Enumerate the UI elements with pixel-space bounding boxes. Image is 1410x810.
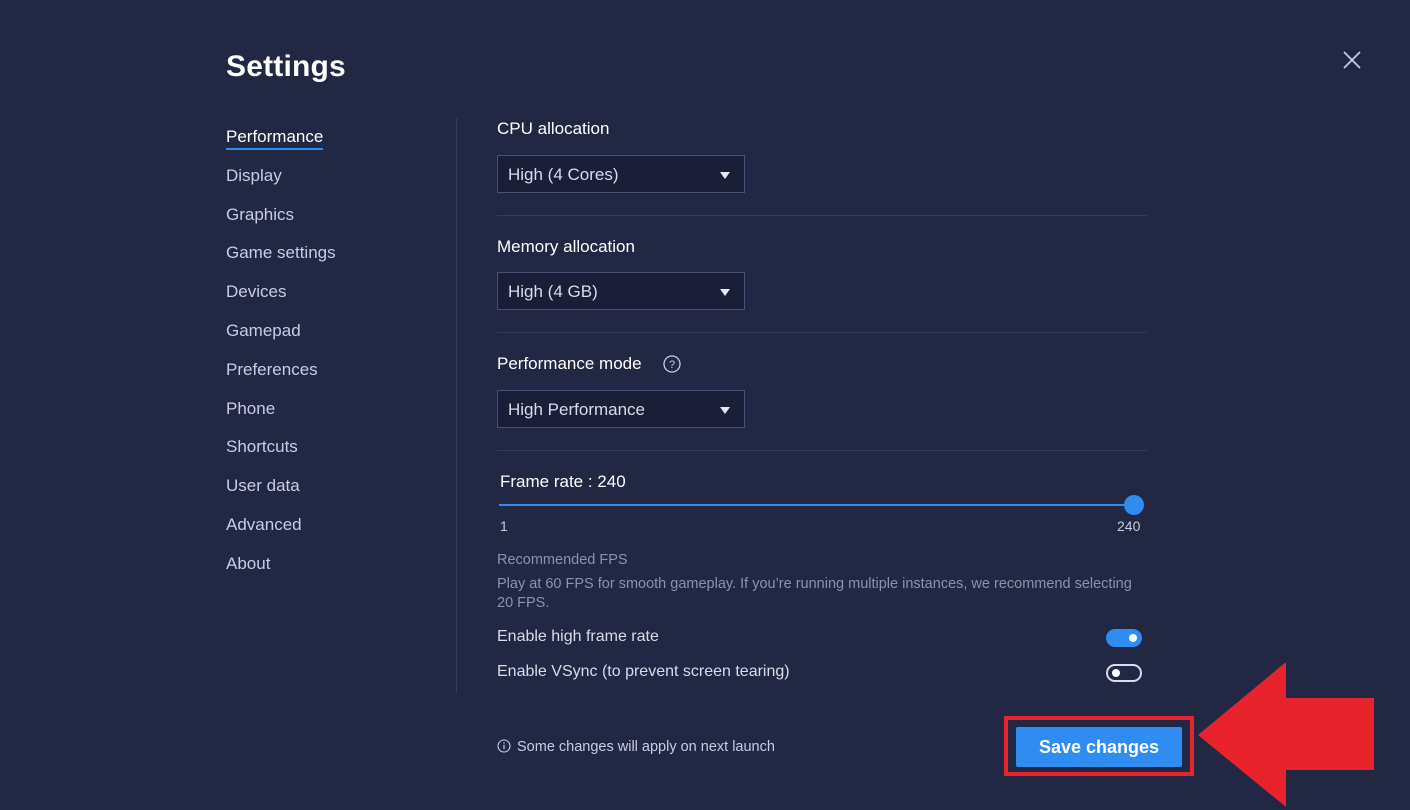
chevron-down-icon (720, 407, 730, 414)
memory-allocation-value: High (4 GB) (508, 282, 598, 301)
sidebar-item-devices[interactable]: Devices (226, 275, 446, 314)
recommended-fps-title: Recommended FPS (497, 552, 628, 568)
svg-text:?: ? (669, 359, 675, 371)
sidebar-item-preferences[interactable]: Preferences (226, 353, 446, 392)
performance-mode-select[interactable]: High Performance (497, 390, 745, 428)
question-circle-icon[interactable]: ? (663, 355, 681, 373)
sidebar-item-user-data[interactable]: User data (226, 469, 446, 508)
memory-allocation-select[interactable]: High (4 GB) (497, 272, 745, 310)
recommended-fps-text: Play at 60 FPS for smooth gameplay. If y… (497, 576, 1132, 611)
restart-notice: Some changes will apply on next launch (497, 739, 775, 755)
high-frame-rate-toggle[interactable] (1106, 629, 1142, 647)
sidebar-item-graphics[interactable]: Graphics (226, 198, 446, 237)
save-changes-button[interactable]: Save changes (1016, 727, 1182, 767)
chevron-down-icon (720, 289, 730, 296)
sidebar-item-display[interactable]: Display (226, 159, 446, 198)
memory-allocation-label: Memory allocation (497, 237, 635, 256)
section-divider (497, 215, 1147, 216)
info-circle-icon (497, 739, 511, 753)
sidebar-item-gamepad[interactable]: Gamepad (226, 314, 446, 353)
vsync-toggle[interactable] (1106, 664, 1142, 682)
page-title: Settings (226, 50, 346, 83)
high-frame-rate-label: Enable high frame rate (497, 628, 659, 645)
frame-rate-max-label: 240 (1117, 518, 1141, 534)
cpu-allocation-value: High (4 Cores) (508, 165, 619, 184)
close-button[interactable] (1340, 48, 1364, 72)
cpu-allocation-select[interactable]: High (4 Cores) (497, 155, 745, 193)
section-divider (497, 332, 1147, 333)
sidebar-item-phone[interactable]: Phone (226, 392, 446, 431)
cpu-allocation-label: CPU allocation (497, 119, 610, 138)
performance-mode-value: High Performance (508, 400, 646, 419)
sidebar-divider (456, 118, 457, 693)
frame-rate-slider-track[interactable] (499, 504, 1134, 506)
chevron-down-icon (720, 172, 730, 179)
section-divider (497, 450, 1147, 451)
sidebar-item-advanced[interactable]: Advanced (226, 508, 446, 547)
performance-mode-label: Performance mode (497, 354, 642, 373)
settings-sidebar: Performance Display Graphics Game settin… (226, 120, 446, 586)
sidebar-item-performance[interactable]: Performance (226, 120, 446, 159)
frame-rate-label: Frame rate : 240 (500, 472, 626, 491)
sidebar-item-shortcuts[interactable]: Shortcuts (226, 430, 446, 469)
frame-rate-slider-handle[interactable] (1124, 495, 1144, 515)
vsync-label: Enable VSync (to prevent screen tearing) (497, 663, 790, 680)
frame-rate-min-label: 1 (500, 518, 508, 534)
close-icon (1343, 51, 1361, 69)
settings-window: Settings Performance Display Graphics Ga… (0, 0, 1410, 810)
sidebar-item-game-settings[interactable]: Game settings (226, 236, 446, 275)
annotation-arrow-icon (1198, 662, 1374, 807)
restart-notice-text: Some changes will apply on next launch (517, 739, 775, 755)
sidebar-item-about[interactable]: About (226, 547, 446, 586)
